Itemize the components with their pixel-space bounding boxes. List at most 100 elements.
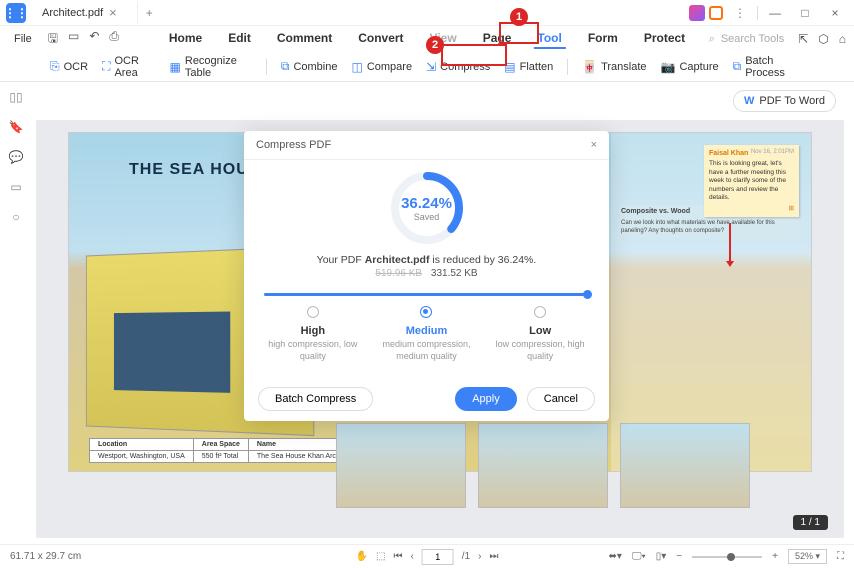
thumbnail[interactable] xyxy=(336,423,466,508)
menu-form[interactable]: Form xyxy=(584,29,622,49)
callout-badge-2: 2 xyxy=(426,36,444,54)
radio-low[interactable] xyxy=(534,306,546,318)
titlebar: ⋮⋮ Architect.pdf × + ⋮ — □ × xyxy=(0,0,854,26)
cancel-button[interactable]: Cancel xyxy=(527,387,595,411)
thumbnail[interactable] xyxy=(478,423,608,508)
page-dimensions: 61.71 x 29.7 cm xyxy=(10,551,81,562)
sticky-note[interactable]: Faisal Khan Nov 16, 2:01PM This is looki… xyxy=(704,145,799,217)
prev-page-icon[interactable]: ‹ xyxy=(410,551,413,562)
share-icon[interactable]: ⇱ xyxy=(798,32,808,46)
select-tool-icon[interactable]: ⬚ xyxy=(376,551,385,562)
compression-gauge: 36.24% Saved xyxy=(387,168,467,248)
menu-comment[interactable]: Comment xyxy=(273,29,336,49)
print-icon[interactable]: ⎙ xyxy=(109,29,119,50)
quality-high[interactable]: High high compression, low quality xyxy=(257,306,370,362)
old-size: 519.96 KB xyxy=(375,268,422,279)
ocr-icon: ⎘ xyxy=(50,59,60,74)
layout-icon[interactable]: ▯▾ xyxy=(656,551,667,562)
apply-button[interactable]: Apply xyxy=(455,387,517,411)
maximize-icon[interactable]: □ xyxy=(792,3,818,23)
separator xyxy=(266,59,267,75)
menu-home[interactable]: Home xyxy=(165,29,206,49)
menu-protect[interactable]: Protect xyxy=(640,29,689,49)
compress-icon: ⇲ xyxy=(426,60,436,74)
compare-icon: ◫ xyxy=(351,60,362,74)
translate-button[interactable]: 🀄Translate xyxy=(582,60,646,74)
file-menu[interactable]: File xyxy=(8,31,38,47)
progress-bar xyxy=(264,293,589,296)
word-icon: W xyxy=(744,95,754,107)
radio-medium[interactable] xyxy=(420,306,432,318)
page-number-input[interactable] xyxy=(422,549,454,565)
separator xyxy=(567,59,568,75)
first-page-icon[interactable]: ⏮ xyxy=(393,551,402,562)
search-placeholder: Search Tools xyxy=(721,33,784,45)
fit-width-icon[interactable]: ⬌▾ xyxy=(608,551,621,562)
callout-box-2 xyxy=(441,44,507,66)
thumbnail[interactable] xyxy=(620,423,750,508)
combine-button[interactable]: ⧉Combine xyxy=(281,59,338,74)
compare-button[interactable]: ◫Compare xyxy=(351,60,412,74)
sticky-body: This is looking great, let's have a furt… xyxy=(709,160,794,202)
comments-icon[interactable]: 💬 xyxy=(9,150,24,164)
flatten-button[interactable]: ▤Flatten xyxy=(504,60,553,74)
attachments-icon[interactable]: ▭ xyxy=(10,180,21,194)
ocr-area-button[interactable]: ⛶OCR Area xyxy=(102,55,155,79)
open-icon[interactable]: ▭ xyxy=(68,29,79,50)
gauge-label: Saved xyxy=(414,212,440,222)
add-tab-icon[interactable]: + xyxy=(138,6,161,20)
zoom-value[interactable]: 52% ▾ xyxy=(788,549,827,564)
size-comparison: 519.96 KB 331.52 KB xyxy=(244,268,609,279)
side-question-body: Can we look into what materials we have … xyxy=(619,218,799,238)
zoom-slider[interactable] xyxy=(692,556,762,558)
dialog-close-icon[interactable]: × xyxy=(591,139,597,151)
view-mode-icon[interactable]: 🖵▾ xyxy=(632,551,646,562)
menu-convert[interactable]: Convert xyxy=(354,29,407,49)
compress-dialog: Compress PDF × 36.24% Saved Your PDF Arc… xyxy=(244,131,609,421)
dialog-title: Compress PDF xyxy=(256,139,331,151)
next-page-icon[interactable]: › xyxy=(478,551,481,562)
thumbnails-icon[interactable]: ▯▯ xyxy=(9,90,22,104)
zoom-in-icon[interactable]: + xyxy=(772,551,778,562)
ocr-area-icon: ⛶ xyxy=(102,59,110,74)
sticky-expand-icon[interactable]: ⊞ xyxy=(709,205,794,213)
more-icon[interactable]: ⋮ xyxy=(727,3,753,23)
capture-button[interactable]: 📷Capture xyxy=(661,60,719,74)
zoom-out-icon[interactable]: − xyxy=(676,551,682,562)
search-icon: ⌕ xyxy=(709,33,715,46)
capture-icon: 📷 xyxy=(661,60,676,74)
recognize-table-button[interactable]: ▦Recognize Table xyxy=(170,55,252,79)
sticky-date: Nov 16, 2:01PM xyxy=(751,149,794,157)
hand-tool-icon[interactable]: ✋ xyxy=(356,551,368,562)
menu-edit[interactable]: Edit xyxy=(224,29,255,49)
pdf-to-word-button[interactable]: W PDF To Word xyxy=(733,90,836,112)
last-page-icon[interactable]: ⏭ xyxy=(489,551,498,562)
save-icon[interactable]: 🖫 xyxy=(48,29,58,50)
search-tools[interactable]: ⌕ Search Tools xyxy=(709,33,785,46)
home-icon[interactable]: ⌂ xyxy=(839,32,846,46)
close-window-icon[interactable]: × xyxy=(822,3,848,23)
search-panel-icon[interactable]: ○ xyxy=(12,210,19,224)
notification-icon[interactable] xyxy=(709,6,723,20)
undo-icon[interactable]: ↶ xyxy=(89,29,99,50)
bookmarks-icon[interactable]: 🔖 xyxy=(9,120,24,134)
callout-badge-1: 1 xyxy=(510,8,528,26)
quality-low[interactable]: Low low compression, high quality xyxy=(484,306,597,362)
fullscreen-icon[interactable]: ⛶ xyxy=(837,551,844,562)
radio-high[interactable] xyxy=(307,306,319,318)
ai-badge-icon[interactable] xyxy=(689,5,705,21)
page-thumbnails xyxy=(336,423,750,508)
combine-icon: ⧉ xyxy=(281,59,290,74)
document-tab[interactable]: Architect.pdf × xyxy=(32,1,138,24)
minimize-icon[interactable]: — xyxy=(762,3,788,23)
quality-medium[interactable]: Medium medium compression, medium qualit… xyxy=(370,306,483,362)
side-rail: ▯▯ 🔖 💬 ▭ ○ xyxy=(0,82,32,224)
batch-compress-button[interactable]: Batch Compress xyxy=(258,387,373,411)
batch-icon: ⧉ xyxy=(733,59,742,74)
cloud-icon[interactable]: ⬡ xyxy=(818,32,828,46)
sticky-author: Faisal Khan xyxy=(709,150,748,157)
batch-process-button[interactable]: ⧉Batch Process xyxy=(733,55,804,79)
gauge-percent: 36.24% xyxy=(401,195,452,212)
close-tab-icon[interactable]: × xyxy=(109,5,117,20)
ocr-button[interactable]: ⎘OCR xyxy=(50,59,88,74)
